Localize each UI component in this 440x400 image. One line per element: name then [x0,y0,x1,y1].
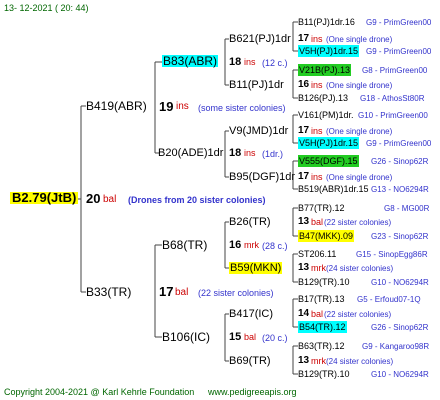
gen3-node-count: 16 [298,79,310,90]
gen3-node-info: (22 sister colonies) [324,218,392,227]
gen3-node-label[interactable]: B95(DGF)1dr [229,171,295,183]
gen4-node-info: G23 - Sinop62R [371,232,429,241]
gen3-node-info: (24 sister colonies) [326,357,394,366]
gen1-node-info: (22 sister colonies) [198,288,274,298]
gen3-node-count: 13 [298,355,310,366]
gen2-node-label[interactable]: B68(TR) [162,239,207,251]
gen4-node-label[interactable]: B47(MKK).09 [298,230,355,242]
pedigree-chart: 13- 12-2021 ( 20: 44) B2.79(JtB) 20 bal … [0,0,440,400]
gen4-node-label[interactable]: B17(TR).13 [298,293,345,305]
gen2-node-count: 18 [229,56,242,68]
gen4-node-info: G8 - PrimGreen00 [362,66,428,75]
gen3-node-label[interactable]: B59(MKN) [229,262,283,274]
gen3-node-count: 17 [298,171,310,182]
gen4-node-info: G9 - PrimGreen00 [366,18,432,27]
gen4-node-info: G15 - SinopEgg86R [356,250,428,259]
gen1-node-count: 19 [159,99,174,114]
gen1-node-count: 17 [159,284,174,299]
gen4-node-label[interactable]: V5H(PJ)1dr.15 [298,137,360,149]
gen2-node-label[interactable]: B106(IC) [162,331,210,343]
gen4-node-label[interactable]: V161(PM)1dr. [298,109,354,121]
website-link[interactable]: www.pedigreeapis.org [208,386,297,398]
gen1-node-mark: bal [175,287,189,298]
gen1-node-mark: ins [176,101,189,112]
gen3-node-label[interactable]: V9(JMD)1dr [229,125,288,137]
gen2-node-info: (28 c.) [262,241,288,251]
gen3-node-mark: ins [311,80,323,90]
gen1-node-info: (some sister colonies) [198,103,286,113]
gen2-node-label[interactable]: B83(ABR) [162,55,219,67]
gen4-node-label[interactable]: V555(DGF).15 [298,155,359,167]
gen1-node-label[interactable]: B419(ABR) [86,100,147,112]
gen3-node-mark: ins [311,172,323,182]
gen4-node-info: G9 - PrimGreen00 [366,47,432,56]
gen4-node-info: G26 - Sinop62R [371,323,429,332]
gen4-node-label[interactable]: V21B(PJ).13 [298,64,352,76]
gen4-node-info: G8 - MG00R [384,204,430,213]
gen3-node-mark: ins [311,126,323,136]
gen2-node-mark: ins [244,57,256,67]
gen4-node-label[interactable]: V5H(PJ)1dr.15 [298,45,360,57]
gen4-node-label[interactable]: ST206.11 [298,248,336,260]
gen4-node-label[interactable]: B63(TR).12 [298,340,345,352]
copyright-text: Copyright 2004-2021 @ Karl Kehrle Founda… [4,387,195,397]
root-count: 20 [86,191,101,206]
gen1-node-label[interactable]: B33(TR) [86,286,131,298]
gen3-node-label[interactable]: B621(PJ)1dr [229,33,291,45]
report-date: 13- 12-2021 ( 20: 44) [4,3,89,13]
gen2-node-info: (12 c.) [262,58,288,68]
gen4-node-info: G18 - AthosSt80R [360,94,425,103]
gen3-node-mark: mrk [311,356,326,366]
gen4-node-info: G5 - Erfoud07-1Q [357,295,421,304]
root-drone-note: (Drones from 20 sister colonies) [128,195,266,205]
gen3-node-count: 14 [298,308,310,319]
gen4-node-info: G10 - NO6294R [371,278,429,287]
gen3-node-label[interactable]: B69(TR) [229,355,271,367]
gen4-node-info: G10 - NO6294R [371,370,429,379]
root-mark: bal [103,194,117,205]
gen4-node-label[interactable]: B129(TR).10 [298,368,350,380]
gen3-node-count: 13 [298,216,310,227]
gen2-node-info: (1dr.) [262,149,284,159]
gen3-node-mark: mrk [311,263,326,273]
gen3-node-mark: ins [311,34,323,44]
gen3-node-count: 13 [298,262,310,273]
gen2-node-info: (20 c.) [262,333,288,343]
gen2-node-count: 15 [229,331,242,343]
gen4-node-info: G9 - PrimGreen00 [366,139,432,148]
gen4-node-label[interactable]: B77(TR).12 [298,202,345,214]
gen2-node-mark: mrk [244,240,259,250]
gen4-node-label[interactable]: B126(PJ).13 [298,92,348,104]
gen3-node-info: (One single drone) [326,81,393,90]
gen2-node-count: 16 [229,239,242,251]
gen4-node-info: G9 - Kangaroo98R [362,342,430,351]
gen4-node-label[interactable]: B519(ABR)1dr.15 [298,183,369,195]
gen3-node-info: (22 sister colonies) [324,310,392,319]
gen2-node-label[interactable]: B20(ADE)1dr [158,147,223,159]
root-queen[interactable]: B2.79(JtB) [10,191,79,204]
gen3-node-count: 17 [298,33,310,44]
gen2-node-mark: ins [244,148,256,158]
gen2-node-mark: bal [244,332,257,342]
gen3-node-label[interactable]: B417(IC) [229,308,273,320]
gen4-node-info: G13 - NO6294R [371,185,429,194]
gen4-node-info: G26 - Sinop62R [371,157,429,166]
gen2-node-count: 18 [229,147,242,159]
gen4-node-info: G10 - PrimGreen00 [358,111,428,120]
gen3-node-mark: bal [311,217,324,227]
gen3-node-info: (24 sister colonies) [326,264,394,273]
gen4-node-label[interactable]: B54(TR).12 [298,321,347,333]
gen4-node-label[interactable]: B129(TR).10 [298,276,350,288]
gen3-node-mark: bal [311,309,324,319]
gen4-node-label[interactable]: B11(PJ)1dr.16 [298,16,355,28]
gen3-node-label[interactable]: B26(TR) [229,216,271,228]
gen3-node-count: 17 [298,125,310,136]
gen3-node-label[interactable]: B11(PJ)1dr [229,79,284,91]
